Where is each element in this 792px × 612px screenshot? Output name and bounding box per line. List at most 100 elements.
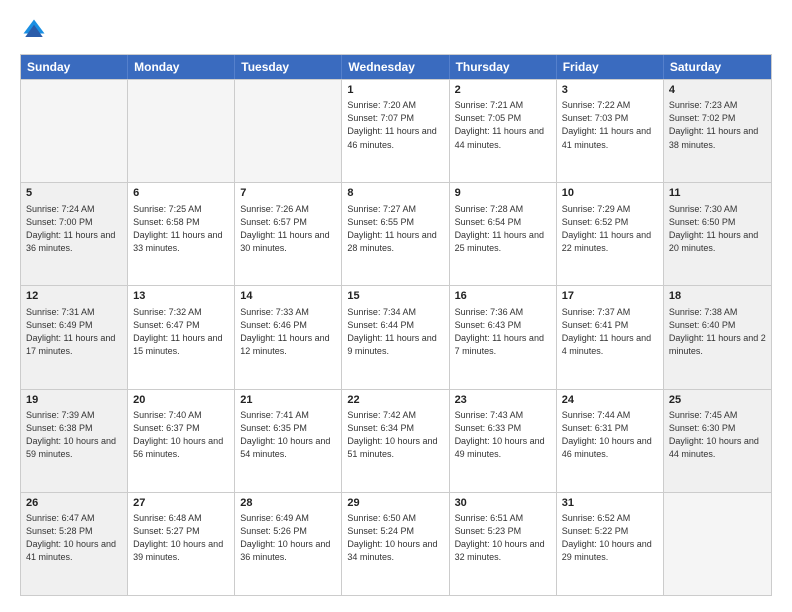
day-cell-10: 10 Sunrise: 7:29 AM Sunset: 6:52 PM Dayli… [557,183,664,285]
day-cell-29: 29Sunrise: 6:50 AM Sunset: 5:24 PM Dayli… [342,493,449,595]
header-cell-monday: Monday [128,55,235,79]
header-cell-wednesday: Wednesday [342,55,449,79]
cell-info: Sunrise: 7:29 AM Sunset: 6:52 PM Dayligh… [562,203,658,255]
day-number: 15 [347,289,443,304]
cell-info: Sunrise: 7:31 AM Sunset: 6:49 PM Dayligh… [26,306,122,358]
header-cell-saturday: Saturday [664,55,771,79]
day-cell-23: 23Sunrise: 7:43 AM Sunset: 6:33 PM Dayli… [450,390,557,492]
day-cell-28: 28Sunrise: 6:49 AM Sunset: 5:26 PM Dayli… [235,493,342,595]
day-cell-9: 9 Sunrise: 7:28 AM Sunset: 6:54 PM Daylig… [450,183,557,285]
cell-info: Sunrise: 7:44 AM Sunset: 6:31 PM Dayligh… [562,409,658,461]
empty-cell-0-2 [235,80,342,182]
empty-cell-0-0 [21,80,128,182]
cell-info: Sunrise: 6:52 AM Sunset: 5:22 PM Dayligh… [562,512,658,564]
day-cell-15: 15 Sunrise: 7:34 AM Sunset: 6:44 PM Dayli… [342,286,449,388]
cell-info: Sunrise: 6:50 AM Sunset: 5:24 PM Dayligh… [347,512,443,564]
day-number: 4 [669,83,766,98]
day-number: 19 [26,393,122,408]
day-number: 28 [240,496,336,511]
day-cell-1: 1Sunrise: 7:20 AM Sunset: 7:07 PM Daylig… [342,80,449,182]
day-number: 26 [26,496,122,511]
day-number: 8 [347,186,443,201]
calendar-body: 1Sunrise: 7:20 AM Sunset: 7:07 PM Daylig… [21,79,771,595]
calendar: SundayMondayTuesdayWednesdayThursdayFrid… [20,54,772,596]
day-number: 1 [347,83,443,98]
day-cell-16: 16 Sunrise: 7:36 AM Sunset: 6:43 PM Dayli… [450,286,557,388]
calendar-row-3: 19Sunrise: 7:39 AM Sunset: 6:38 PM Dayli… [21,389,771,492]
day-cell-24: 24Sunrise: 7:44 AM Sunset: 6:31 PM Dayli… [557,390,664,492]
header-cell-tuesday: Tuesday [235,55,342,79]
cell-info: Sunrise: 7:26 AM Sunset: 6:57 PM Dayligh… [240,203,336,255]
day-cell-3: 3Sunrise: 7:22 AM Sunset: 7:03 PM Daylig… [557,80,664,182]
cell-info: Sunrise: 7:45 AM Sunset: 6:30 PM Dayligh… [669,409,766,461]
day-cell-12: 12Sunrise: 7:31 AM Sunset: 6:49 PM Dayli… [21,286,128,388]
cell-info: Sunrise: 7:24 AM Sunset: 7:00 PM Dayligh… [26,203,122,255]
day-cell-18: 18 Sunrise: 7:38 AM Sunset: 6:40 PM Dayli… [664,286,771,388]
cell-info: Sunrise: 7:25 AM Sunset: 6:58 PM Dayligh… [133,203,229,255]
logo [20,16,52,44]
day-number: 31 [562,496,658,511]
day-cell-11: 11 Sunrise: 7:30 AM Sunset: 6:50 PM Dayli… [664,183,771,285]
day-number: 11 [669,186,766,201]
calendar-header-row: SundayMondayTuesdayWednesdayThursdayFrid… [21,55,771,79]
cell-info: Sunrise: 7:39 AM Sunset: 6:38 PM Dayligh… [26,409,122,461]
day-number: 22 [347,393,443,408]
cell-info: Sunrise: 7:36 AM Sunset: 6:43 PM Dayligh… [455,306,551,358]
day-number: 5 [26,186,122,201]
cell-info: Sunrise: 7:34 AM Sunset: 6:44 PM Dayligh… [347,306,443,358]
day-cell-22: 22Sunrise: 7:42 AM Sunset: 6:34 PM Dayli… [342,390,449,492]
page: SundayMondayTuesdayWednesdayThursdayFrid… [0,0,792,612]
day-number: 27 [133,496,229,511]
empty-cell-4-6 [664,493,771,595]
cell-info: Sunrise: 6:47 AM Sunset: 5:28 PM Dayligh… [26,512,122,564]
logo-icon [20,16,48,44]
day-number: 9 [455,186,551,201]
day-cell-4: 4Sunrise: 7:23 AM Sunset: 7:02 PM Daylig… [664,80,771,182]
day-cell-6: 6 Sunrise: 7:25 AM Sunset: 6:58 PM Daylig… [128,183,235,285]
cell-info: Sunrise: 7:41 AM Sunset: 6:35 PM Dayligh… [240,409,336,461]
day-cell-17: 17Sunrise: 7:37 AM Sunset: 6:41 PM Dayli… [557,286,664,388]
day-cell-26: 26Sunrise: 6:47 AM Sunset: 5:28 PM Dayli… [21,493,128,595]
cell-info: Sunrise: 7:30 AM Sunset: 6:50 PM Dayligh… [669,203,766,255]
empty-cell-0-1 [128,80,235,182]
cell-info: Sunrise: 7:28 AM Sunset: 6:54 PM Dayligh… [455,203,551,255]
cell-info: Sunrise: 7:27 AM Sunset: 6:55 PM Dayligh… [347,203,443,255]
calendar-row-2: 12Sunrise: 7:31 AM Sunset: 6:49 PM Dayli… [21,285,771,388]
day-number: 10 [562,186,658,201]
cell-info: Sunrise: 7:38 AM Sunset: 6:40 PM Dayligh… [669,306,766,358]
day-cell-19: 19Sunrise: 7:39 AM Sunset: 6:38 PM Dayli… [21,390,128,492]
cell-info: Sunrise: 7:33 AM Sunset: 6:46 PM Dayligh… [240,306,336,358]
cell-info: Sunrise: 7:40 AM Sunset: 6:37 PM Dayligh… [133,409,229,461]
cell-info: Sunrise: 6:49 AM Sunset: 5:26 PM Dayligh… [240,512,336,564]
cell-info: Sunrise: 7:42 AM Sunset: 6:34 PM Dayligh… [347,409,443,461]
cell-info: Sunrise: 7:23 AM Sunset: 7:02 PM Dayligh… [669,99,766,151]
day-cell-25: 25Sunrise: 7:45 AM Sunset: 6:30 PM Dayli… [664,390,771,492]
day-number: 21 [240,393,336,408]
day-number: 24 [562,393,658,408]
cell-info: Sunrise: 7:43 AM Sunset: 6:33 PM Dayligh… [455,409,551,461]
day-cell-30: 30Sunrise: 6:51 AM Sunset: 5:23 PM Dayli… [450,493,557,595]
day-number: 14 [240,289,336,304]
cell-info: Sunrise: 7:32 AM Sunset: 6:47 PM Dayligh… [133,306,229,358]
day-number: 25 [669,393,766,408]
cell-info: Sunrise: 7:22 AM Sunset: 7:03 PM Dayligh… [562,99,658,151]
day-number: 30 [455,496,551,511]
day-cell-20: 20Sunrise: 7:40 AM Sunset: 6:37 PM Dayli… [128,390,235,492]
day-number: 16 [455,289,551,304]
cell-info: Sunrise: 7:37 AM Sunset: 6:41 PM Dayligh… [562,306,658,358]
day-cell-2: 2Sunrise: 7:21 AM Sunset: 7:05 PM Daylig… [450,80,557,182]
day-number: 13 [133,289,229,304]
calendar-row-1: 5 Sunrise: 7:24 AM Sunset: 7:00 PM Daylig… [21,182,771,285]
day-cell-31: 31Sunrise: 6:52 AM Sunset: 5:22 PM Dayli… [557,493,664,595]
header-cell-sunday: Sunday [21,55,128,79]
header [20,16,772,44]
day-cell-27: 27Sunrise: 6:48 AM Sunset: 5:27 PM Dayli… [128,493,235,595]
header-cell-friday: Friday [557,55,664,79]
cell-info: Sunrise: 7:21 AM Sunset: 7:05 PM Dayligh… [455,99,551,151]
day-number: 6 [133,186,229,201]
day-number: 18 [669,289,766,304]
day-number: 29 [347,496,443,511]
day-number: 20 [133,393,229,408]
day-cell-14: 14 Sunrise: 7:33 AM Sunset: 6:46 PM Dayli… [235,286,342,388]
day-number: 23 [455,393,551,408]
